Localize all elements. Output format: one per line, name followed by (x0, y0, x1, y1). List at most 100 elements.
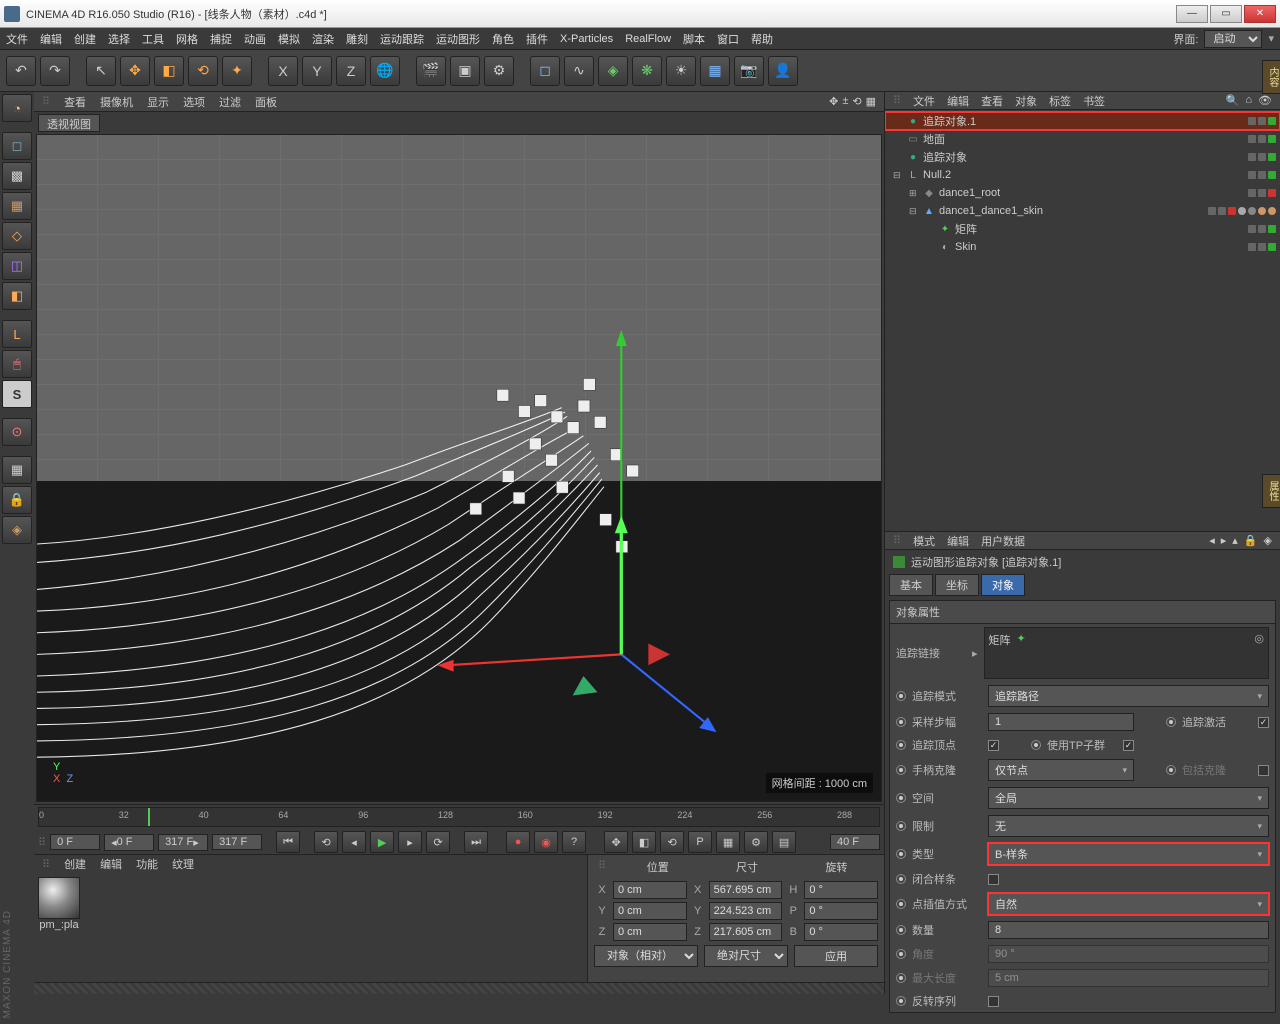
objmgr-menu-标签[interactable]: 标签 (1049, 93, 1071, 109)
next-key-button[interactable]: ⟳ (426, 831, 450, 853)
mouse-tool[interactable]: 🖱 (2, 350, 32, 378)
param-radio[interactable] (896, 949, 906, 959)
make-editable-button[interactable]: ◔ (2, 94, 32, 122)
side-tab-1[interactable]: 内容 (1262, 60, 1280, 94)
coord-Y-rot[interactable] (804, 902, 878, 920)
coord-X-rot[interactable] (804, 881, 878, 899)
axis-y-button[interactable]: Y (302, 56, 332, 86)
key-pla-button[interactable]: ▦ (716, 831, 740, 853)
lock-icon[interactable]: 🔒 (1244, 534, 1258, 547)
menu-渲染[interactable]: 渲染 (312, 31, 334, 47)
rotate-tool[interactable]: ⟲ (188, 56, 218, 86)
object-row-追踪对象[interactable]: ●追踪对象 (885, 148, 1280, 166)
play-button[interactable]: ▶ (370, 831, 394, 853)
object-row-Skin[interactable]: ◐Skin (885, 238, 1280, 256)
object-row-矩阵[interactable]: ✦矩阵 (885, 220, 1280, 238)
attr-tab-坐标[interactable]: 坐标 (935, 574, 979, 596)
vp-layout-icon[interactable]: ▦ (866, 95, 876, 108)
next-frame-button[interactable]: ▸ (398, 831, 422, 853)
render-settings-button[interactable]: ⚙ (484, 56, 514, 86)
layout-select[interactable]: 启动 (1204, 30, 1262, 48)
combo-追踪模式[interactable]: 追踪路径 (988, 685, 1269, 707)
attr-tab-基本[interactable]: 基本 (889, 574, 933, 596)
key-pos-button[interactable]: ✥ (604, 831, 628, 853)
objmgr-menu-查看[interactable]: 查看 (981, 93, 1003, 109)
spinner-采样步幅[interactable] (988, 713, 1134, 731)
prev-key-button[interactable]: ⟲ (314, 831, 338, 853)
coord-mode-select[interactable]: 对象（相对） (594, 945, 698, 967)
range-start-field[interactable]: ◂ 0 F (104, 834, 154, 851)
autokey-button[interactable]: ◉ (534, 831, 558, 853)
nav-back-icon[interactable]: ◂ (1209, 534, 1215, 547)
checkbox-闭合样条[interactable] (988, 874, 999, 885)
menu-文件[interactable]: 文件 (6, 31, 28, 47)
close-button[interactable]: ✕ (1244, 5, 1276, 23)
combo-点插值方式[interactable]: 自然 (988, 893, 1269, 915)
vp-nav-icon[interactable]: ✥ (829, 95, 838, 108)
object-row-地面[interactable]: ▭地面 (885, 130, 1280, 148)
apply-button[interactable]: 应用 (794, 945, 878, 967)
texture-mode-button[interactable]: ▩ (2, 162, 32, 190)
menu-选择[interactable]: 选择 (108, 31, 130, 47)
menu-窗口[interactable]: 窗口 (717, 31, 739, 47)
combo-类型[interactable]: B-样条 (988, 843, 1269, 865)
menu-RealFlow[interactable]: RealFlow (625, 33, 671, 45)
last-tool[interactable]: ✦ (222, 56, 252, 86)
attr-menu-用户数据[interactable]: 用户数据 (981, 533, 1025, 549)
vp-menu-查看[interactable]: 查看 (64, 94, 86, 110)
scale-tool[interactable]: ◧ (154, 56, 184, 86)
workplane-snap-button[interactable]: ◈ (2, 516, 32, 544)
object-row-dance1_root[interactable]: ⊞◆dance1_root (885, 184, 1280, 202)
generator-button[interactable]: ◈ (598, 56, 628, 86)
key-options-button[interactable]: ⚙ (744, 831, 768, 853)
select-tool[interactable]: ↖ (86, 56, 116, 86)
objmgr-menu-文件[interactable]: 文件 (913, 93, 935, 109)
undo-button[interactable]: ↶ (6, 56, 36, 86)
timeline-marker[interactable] (148, 808, 150, 826)
prev-frame-button[interactable]: ◂ (342, 831, 366, 853)
key-scale-button[interactable]: ◧ (632, 831, 656, 853)
layout-menu-icon[interactable]: ▾ (1268, 32, 1274, 45)
grid-snap-button[interactable]: ▦ (2, 456, 32, 484)
param-radio[interactable] (896, 740, 906, 750)
coord-Z-size[interactable] (709, 923, 783, 941)
axis-tool[interactable]: L (2, 320, 32, 348)
vp-menu-摄像机[interactable]: 摄像机 (100, 94, 133, 110)
menu-编辑[interactable]: 编辑 (40, 31, 62, 47)
record-button[interactable]: ● (506, 831, 530, 853)
coord-Z-rot[interactable] (804, 923, 878, 941)
vp-menu-选项[interactable]: 选项 (183, 94, 205, 110)
material-item[interactable]: pm_:pla (38, 877, 80, 931)
menu-插件[interactable]: 插件 (526, 31, 548, 47)
range-end-field[interactable]: 317 F ▸ (158, 834, 208, 851)
param-radio[interactable] (896, 996, 906, 1006)
render-view-button[interactable]: 🎬 (416, 56, 446, 86)
side-tab-2[interactable]: 属性 (1262, 474, 1280, 508)
coord-X-pos[interactable] (613, 881, 687, 899)
objmgr-menu-对象[interactable]: 对象 (1015, 93, 1037, 109)
goto-end-button[interactable]: ⏭ (464, 831, 488, 853)
minimize-button[interactable]: — (1176, 5, 1208, 23)
frame-start-field[interactable]: 0 F (50, 834, 100, 850)
menu-X-Particles[interactable]: X-Particles (560, 33, 613, 45)
timeline-ruler[interactable]: 032406496128160192224256288 (38, 807, 880, 827)
tracer-link-field[interactable]: 矩阵 ✦ ◎ (984, 627, 1269, 679)
param-radio[interactable] (896, 899, 906, 909)
menu-工具[interactable]: 工具 (142, 31, 164, 47)
magnet-button[interactable]: ⊙ (2, 418, 32, 446)
coord-X-size[interactable] (709, 881, 783, 899)
mat-menu-功能[interactable]: 功能 (136, 856, 158, 872)
object-row-dance1_dance1_skin[interactable]: ⊟▲dance1_dance1_skin (885, 202, 1280, 220)
combo-限制[interactable]: 无 (988, 815, 1269, 837)
deformer-button[interactable]: ❋ (632, 56, 662, 86)
link-target-icon[interactable]: ◎ (1254, 632, 1264, 645)
menu-动画[interactable]: 动画 (244, 31, 266, 47)
menu-模拟[interactable]: 模拟 (278, 31, 300, 47)
coord-size-mode-select[interactable]: 绝对尺寸 (704, 945, 788, 967)
polygons-mode-button[interactable]: ◧ (2, 282, 32, 310)
search-icon[interactable]: 🔍 (1226, 94, 1240, 107)
checkbox-包括克隆[interactable] (1258, 765, 1269, 776)
redo-button[interactable]: ↷ (40, 56, 70, 86)
checkbox-使用TP子群[interactable] (1123, 740, 1134, 751)
coord-Z-pos[interactable] (613, 923, 687, 941)
